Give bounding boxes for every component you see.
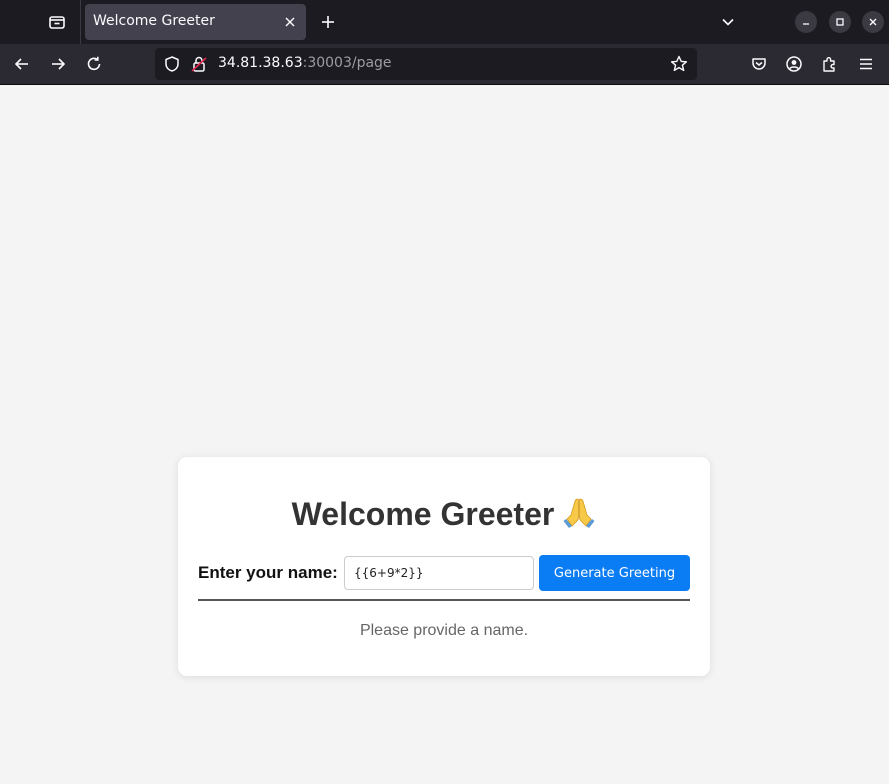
name-label: Enter your name: xyxy=(198,563,338,582)
star-icon[interactable] xyxy=(669,54,689,74)
result-message: Please provide a name. xyxy=(359,622,529,639)
url-bar[interactable]: 34.81.38.63:30003/page xyxy=(155,48,697,80)
page-title-text: Welcome Greeter xyxy=(291,496,555,532)
url-host: 34.81.38.63 xyxy=(218,55,303,71)
window-close-icon xyxy=(869,18,877,26)
chevron-down-icon xyxy=(722,18,734,26)
pocket-button[interactable] xyxy=(748,53,770,75)
extensions-icon xyxy=(823,57,835,72)
divider xyxy=(198,599,690,601)
hamburger-menu-icon xyxy=(860,58,872,70)
list-all-tabs-button[interactable] xyxy=(714,8,742,36)
reload-button[interactable] xyxy=(79,49,109,79)
back-button[interactable] xyxy=(7,49,37,79)
minimize-icon xyxy=(803,23,809,25)
tab-title: Welcome Greeter xyxy=(93,13,215,29)
plus-icon xyxy=(322,16,334,28)
url-path: :30003/page xyxy=(302,55,392,71)
forward-button[interactable] xyxy=(43,49,73,79)
praying-hands-icon xyxy=(563,498,595,528)
tab-bar: Welcome Greeter xyxy=(0,0,889,44)
tab-welcome-greeter[interactable]: Welcome Greeter xyxy=(85,4,306,40)
minimize-button[interactable] xyxy=(795,11,817,33)
page-title: Welcome Greeter xyxy=(178,495,710,533)
back-arrow-icon xyxy=(14,58,28,70)
account-button[interactable] xyxy=(783,53,805,75)
lock-icon[interactable] xyxy=(190,55,208,73)
app-menu-button[interactable] xyxy=(855,53,877,75)
window-close-button[interactable] xyxy=(862,11,884,33)
generate-greeting-button[interactable]: Generate Greeting xyxy=(539,555,690,591)
account-icon xyxy=(786,56,802,72)
extensions-button[interactable] xyxy=(819,53,841,75)
pocket-icon xyxy=(752,58,766,70)
greeter-card: Welcome Greeter Enter your name: Generat… xyxy=(178,457,710,676)
reload-icon xyxy=(87,56,101,71)
navigation-toolbar: 34.81.38.63:30003/page xyxy=(0,44,889,85)
tab-close-button[interactable] xyxy=(280,12,300,32)
tab-list-button[interactable] xyxy=(40,6,74,38)
tabbar-separator xyxy=(80,0,81,44)
new-tab-button[interactable] xyxy=(314,7,342,37)
shield-icon[interactable] xyxy=(163,55,181,73)
url-text[interactable]: 34.81.38.63:30003/page xyxy=(218,55,392,71)
maximize-button[interactable] xyxy=(829,11,851,33)
forward-arrow-icon xyxy=(52,58,66,70)
close-icon xyxy=(285,17,295,27)
tab-list-icon xyxy=(49,16,65,29)
maximize-icon xyxy=(836,18,844,26)
name-input[interactable] xyxy=(344,556,534,590)
